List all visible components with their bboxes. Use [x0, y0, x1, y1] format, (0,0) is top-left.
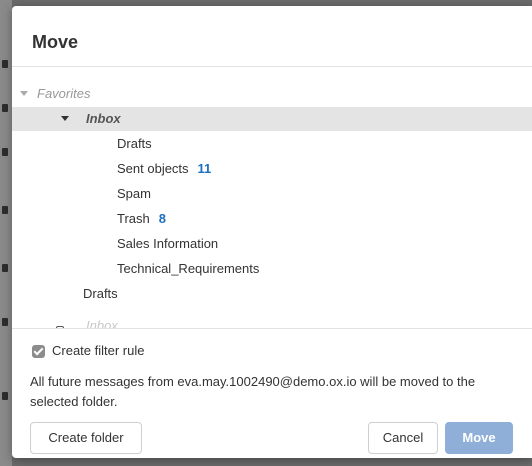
dialog-title: Move	[32, 32, 79, 52]
move-dialog: Move Favorites Inbox Drafts Sent objects…	[12, 6, 532, 458]
title-divider	[12, 66, 532, 67]
tree-node-drafts[interactable]: Drafts	[12, 132, 532, 156]
create-folder-button[interactable]: Create folder	[30, 422, 142, 454]
favorites-label: Favorites	[37, 86, 91, 101]
folder-tree[interactable]: Favorites Inbox Drafts Sent objects 11 Sp…	[12, 72, 532, 328]
caret-down-icon[interactable]	[61, 116, 69, 121]
unread-count-badge: 8	[158, 211, 166, 226]
folder-label: Trash 8	[117, 211, 166, 226]
tree-node-sales-information[interactable]: Sales Information	[12, 232, 532, 256]
tree-node-trash[interactable]: Trash 8	[12, 207, 532, 231]
filter-description: All future messages from eva.may.1002490…	[30, 374, 476, 409]
folder-label: Spam	[117, 186, 151, 201]
move-button[interactable]: Move	[445, 422, 513, 454]
tree-node-favorites-drafts[interactable]: Drafts	[12, 282, 532, 306]
folder-label: Drafts	[83, 286, 118, 301]
create-filter-rule-label[interactable]: Create filter rule	[52, 343, 144, 358]
tree-divider	[12, 328, 532, 329]
tree-node-sent-objects[interactable]: Sent objects 11	[12, 157, 532, 181]
background-app-strip	[0, 0, 12, 466]
create-filter-rule-checkbox[interactable]	[32, 345, 45, 358]
tree-node-cutoff[interactable]: Inbox	[12, 314, 532, 328]
inbox-label: Inbox	[86, 111, 121, 126]
tree-node-favorites[interactable]: Favorites	[12, 82, 532, 106]
folder-label: Sales Information	[117, 236, 219, 251]
tree-node-spam[interactable]: Spam	[12, 182, 532, 206]
folder-label: Sent objects 11	[117, 161, 212, 176]
unread-count-badge: 11	[197, 161, 212, 176]
tree-node-inbox[interactable]: Inbox	[12, 107, 532, 131]
folder-label: Drafts	[117, 136, 152, 151]
caret-down-icon[interactable]	[20, 91, 28, 96]
folder-label: Technical_Requirements	[117, 261, 260, 276]
folder-label: Inbox	[86, 318, 118, 328]
tree-node-technical-requirements[interactable]: Technical_Requirements	[12, 257, 532, 281]
cancel-button[interactable]: Cancel	[368, 422, 438, 454]
